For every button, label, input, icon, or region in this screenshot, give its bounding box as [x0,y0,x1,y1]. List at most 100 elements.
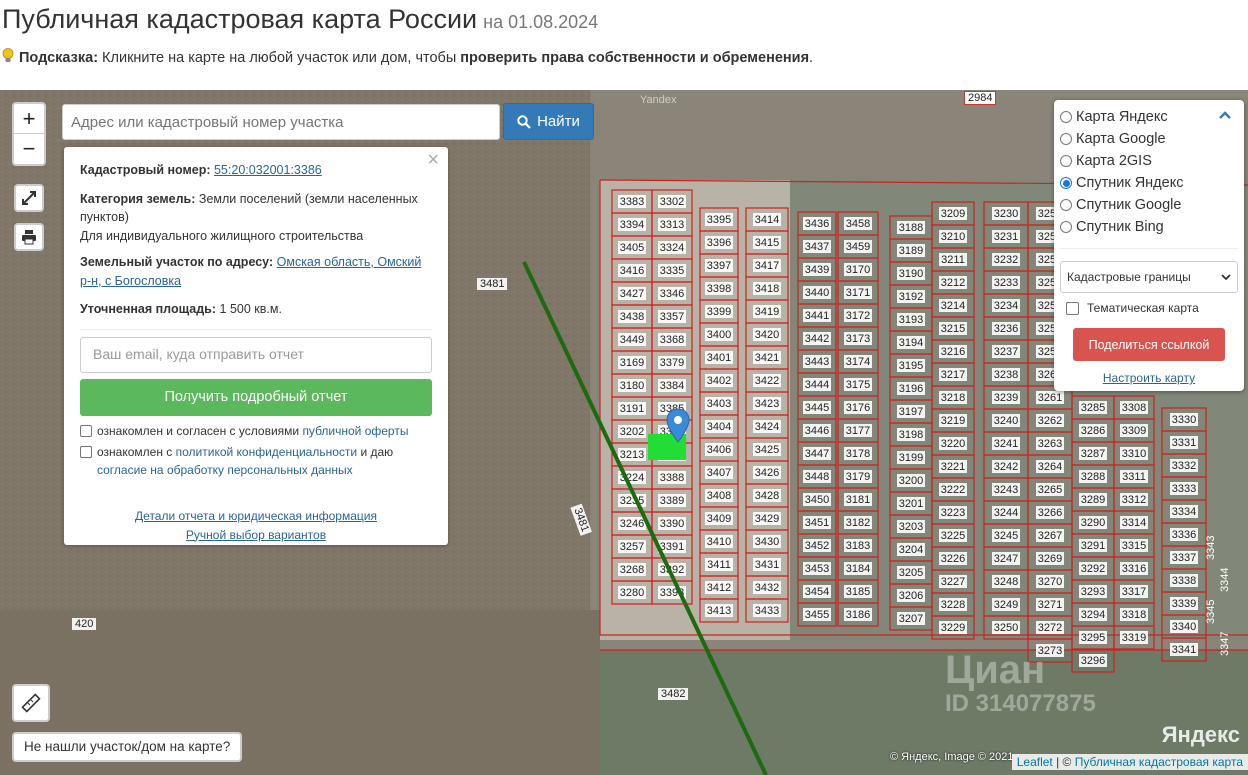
cad-number-link[interactable]: 55:20:032001:3386 [214,163,322,177]
parcel-number: 3293 [1081,586,1105,598]
chevron-up-icon[interactable] [1218,110,1232,120]
parcel-number: 3458 [846,218,870,230]
parcel-number: 3438 [620,311,644,323]
parcel-number: 3436 [805,218,829,230]
parcel-number: 3340 [1172,621,1196,633]
parcel-number: 3447 [805,448,829,460]
layer-option-1[interactable]: Карта Google [1060,128,1238,150]
close-icon[interactable]: × [427,150,439,169]
pkk-link[interactable]: Публичная кадастровая карта [1075,755,1243,769]
manual-select-link[interactable]: Ручной выбор вариантов [186,528,326,542]
parcel-number: 3178 [846,448,870,460]
parcel-number: 3290 [1081,517,1105,529]
layer-radio[interactable] [1060,133,1072,145]
parcel-number: 3429 [755,513,779,525]
parcel-number: 3430 [755,536,779,548]
parcel-number: 3184 [846,563,870,575]
parcel-number: 3215 [941,323,965,335]
parcel-number: 3400 [707,329,731,341]
parcel-number: 3186 [846,609,870,621]
parcel-number: 3433 [755,605,779,617]
parcel-number: 3182 [846,517,870,529]
layer-option-3[interactable]: Спутник Яндекс [1060,172,1238,194]
parcel-number: 3244 [994,507,1018,519]
layer-radio[interactable] [1060,199,1072,211]
tematic-checkbox[interactable] [1066,301,1079,315]
offer-link[interactable]: публичной оферты [302,424,408,438]
print-button[interactable] [14,223,44,251]
layer-radio[interactable] [1060,111,1072,123]
location-marker-icon[interactable] [666,408,690,444]
parcel-number: 3450 [805,494,829,506]
layer-radio[interactable] [1060,155,1072,167]
layer-label: Спутник Яндекс [1076,175,1184,191]
print-icon [22,230,36,245]
parcel-number: 3414 [755,214,779,226]
offer-checkbox[interactable] [80,424,92,437]
details-link[interactable]: Детали отчета и юридическая информация [135,509,377,523]
zoom-out-button[interactable]: − [14,134,44,164]
parcel-number: 3384 [660,380,684,392]
map[interactable]: 3383 3394 3405 3416 3427 3438 3449 3169 3180 3191… [0,90,1248,775]
layer-option-5[interactable]: Спутник Bing [1060,216,1238,238]
parcel-number: 3455 [805,609,829,621]
search-input[interactable] [62,104,500,140]
parcel-number: 3446 [805,425,829,437]
parcel-number: 3427 [620,288,644,300]
parcel-number: 3294 [1081,609,1105,621]
parcel-number: 3210 [941,231,965,243]
parcel-number: 3314 [1122,517,1146,529]
ruler-icon [21,693,41,713]
parcel-number: 3308 [1122,402,1146,414]
parcel-number: 3271 [1038,599,1062,611]
parcel-number: 3399 [707,306,731,318]
parcel-number: 3401 [707,352,731,364]
parcel-number: 3287 [1081,448,1105,460]
parcel-number: 3204 [899,544,923,556]
layer-radio[interactable] [1060,221,1072,233]
agree-privacy[interactable]: ознакомлен с политикой конфиденциальност… [80,443,432,479]
parcel-number: 3217 [941,369,965,381]
privacy-checkbox[interactable] [80,445,92,458]
consent-link[interactable]: согласие на обработку персональных данны… [97,463,353,477]
share-link-button[interactable]: Поделиться ссылкой [1073,328,1225,361]
parcel-number: 3383 [620,196,644,208]
layer-radio[interactable] [1060,177,1072,189]
parcel-number: 3324 [660,242,684,254]
privacy-link[interactable]: политикой конфиденциальности [176,445,357,459]
leaflet-link[interactable]: Leaflet [1017,755,1053,769]
hint-text: Кликните на карте на любой участок или д… [98,50,461,66]
parcel-number: 3176 [846,402,870,414]
layer-option-2[interactable]: Карта 2GIS [1060,150,1238,172]
parcel-info-popup: × Кадастровый номер: 55:20:032001:3386 К… [64,147,448,545]
parcel-number: 3444 [805,379,829,391]
search-button[interactable]: Найти [503,103,594,140]
parcel-number: 3257 [620,541,644,553]
parcel-number: 3243 [994,484,1018,496]
parcel-number: 3245 [994,530,1018,542]
zoom-in-button[interactable]: + [14,104,44,134]
not-found-button[interactable]: Не нашли участок/дом на карте? [12,732,243,762]
parcel-number: 3286 [1081,425,1105,437]
parcel-number: 3241 [994,438,1018,450]
parcel-number: 3413 [707,605,731,617]
agree-offer[interactable]: ознакомлен и согласен с условиями публич… [80,422,432,440]
email-input[interactable]: Ваш email, куда отправить отчет [80,336,432,373]
ruler-button[interactable] [12,684,50,722]
layer-option-0[interactable]: Карта Яндекс [1060,106,1238,128]
setup-map-link[interactable]: Настроить карту [1060,371,1238,385]
parcel-number: 3291 [1081,540,1105,552]
layer-option-4[interactable]: Спутник Google [1060,194,1238,216]
parcel-number: 3203 [899,521,923,533]
fullscreen-button[interactable] [14,184,44,212]
map-label-3482: 3482 [658,688,689,700]
layer-select[interactable]: Кадастровые границы [1060,261,1238,293]
parcel-number: 3439 [805,264,829,276]
parcel-number: 3239 [994,392,1018,404]
tematic-map-option[interactable]: Тематическая карта [1060,301,1238,315]
parcel-number: 3379 [660,357,684,369]
parcel-number: 3233 [994,277,1018,289]
get-report-button[interactable]: Получить подробный отчет [80,378,432,416]
layer-label: Карта Яндекс [1076,109,1168,125]
parcel-number: 3211 [941,254,965,266]
